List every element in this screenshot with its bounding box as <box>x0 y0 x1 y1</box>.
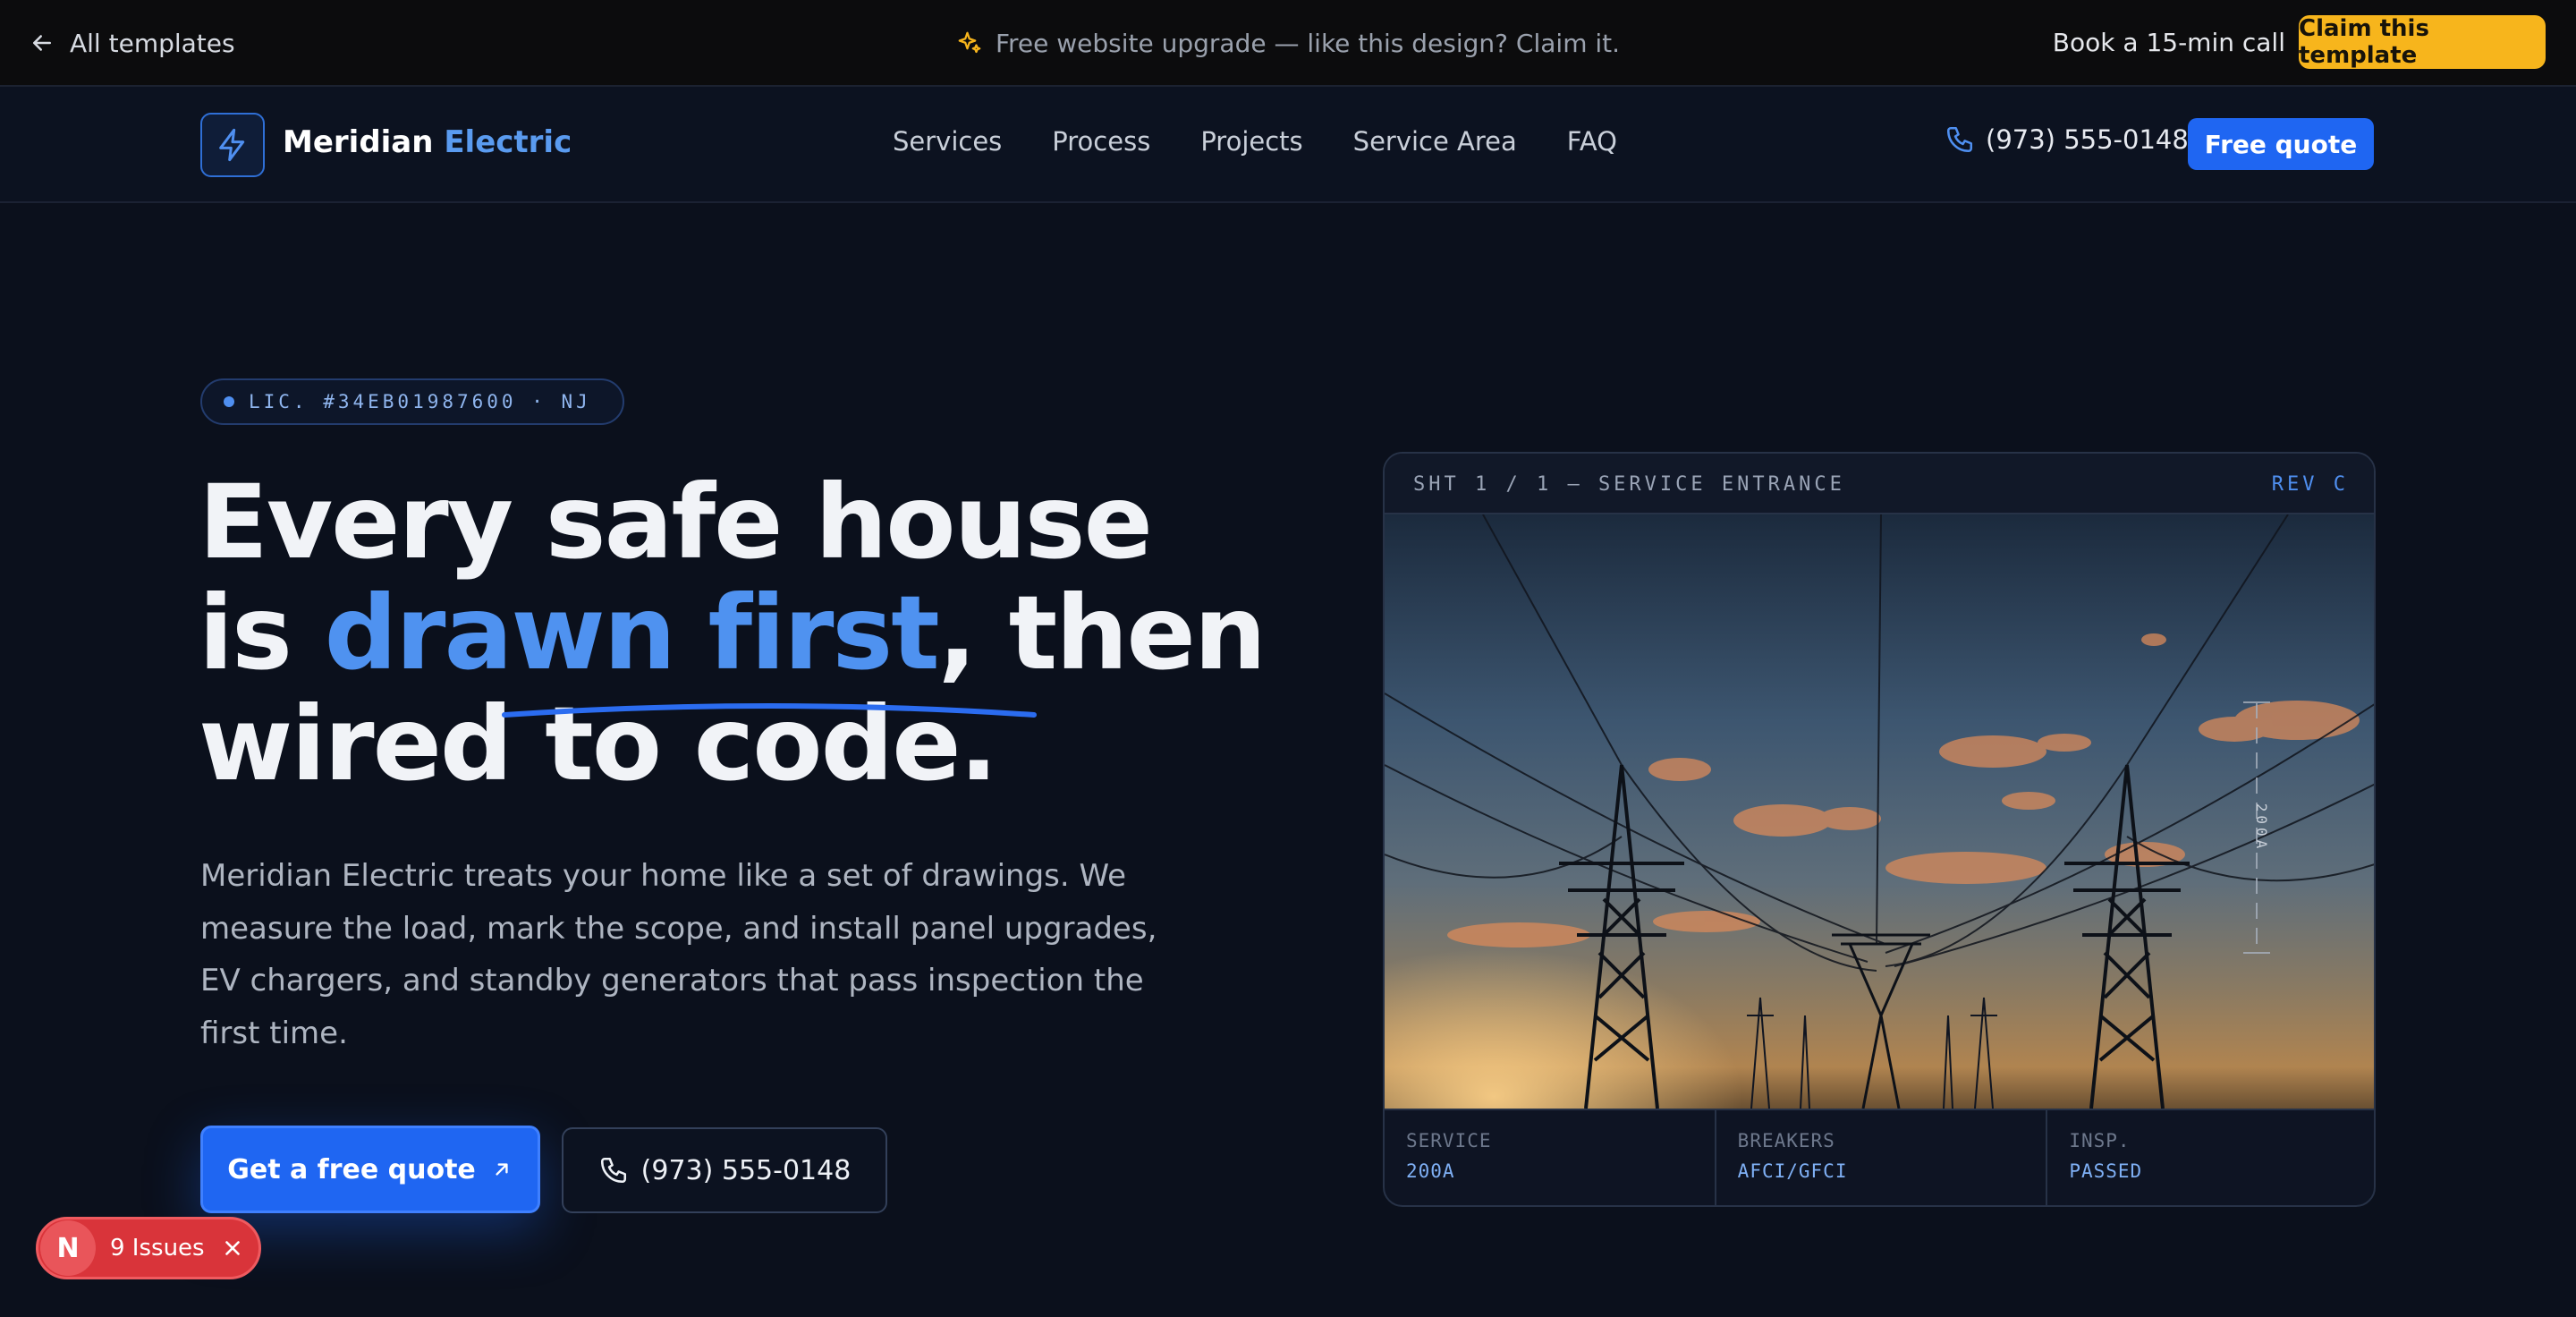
close-icon[interactable] <box>221 1236 244 1260</box>
dimension-label: 200A <box>2253 803 2270 853</box>
issues-count: 9 Issues <box>110 1235 205 1262</box>
power-lines-image: 200A <box>1385 514 2374 1109</box>
claim-template-button[interactable]: Claim this template <box>2299 15 2546 69</box>
headline-line-2-pre: is <box>199 574 325 692</box>
lightning-bolt-icon <box>219 128 245 162</box>
power-lines-photo: 200A <box>1385 514 2374 1109</box>
promo-text[interactable]: Free website upgrade — like this design?… <box>996 29 1620 58</box>
all-templates-link[interactable]: All templates <box>29 23 235 63</box>
phone-icon <box>600 1157 626 1184</box>
spec-label: INSP. <box>2069 1130 2131 1151</box>
sheet-footer: SERVICE 200A BREAKERS AFCI/GFCI INSP. PA… <box>1385 1109 2374 1205</box>
nextjs-logo-icon: N <box>40 1220 96 1276</box>
nav-link-faq[interactable]: FAQ <box>1567 126 1617 157</box>
brand-name-accent: Electric <box>444 124 572 160</box>
nav-phone-number: (973) 555-0148 <box>1986 124 2189 155</box>
headline-line-2-post: , then <box>937 574 1267 692</box>
nav-link-service-area[interactable]: Service Area <box>1353 126 1517 157</box>
sheet-header: SHT 1 / 1 — SERVICE ENTRANCE REV C <box>1385 454 2374 514</box>
license-text: LIC. #34EB01987600 · NJ <box>249 391 591 412</box>
hero-description: Meridian Electric treats your home like … <box>200 858 1157 1051</box>
spec-value: AFCI/GFCI <box>1737 1160 1848 1182</box>
logo-mark[interactable] <box>200 113 265 177</box>
get-free-quote-label: Get a free quote <box>227 1153 476 1185</box>
sheet-revision: REV C <box>2271 473 2349 496</box>
brand-name-primary: Meridian <box>283 124 434 160</box>
sheet-title: SHT 1 / 1 — SERVICE ENTRANCE <box>1413 473 1845 496</box>
brand-name[interactable]: Meridian Electric <box>283 124 572 160</box>
main-nav: Meridian Electric Services Process Proje… <box>0 87 2576 203</box>
nav-link-projects[interactable]: Projects <box>1200 126 1302 157</box>
book-call-link[interactable]: Book a 15-min call <box>2053 23 2285 63</box>
promo-bar: All templates Free website upgrade — lik… <box>0 0 2576 87</box>
nav-link-services[interactable]: Services <box>893 126 1002 157</box>
spec-value: PASSED <box>2069 1160 2143 1182</box>
spec-label: BREAKERS <box>1737 1130 1835 1151</box>
spec-label: SERVICE <box>1406 1130 1492 1151</box>
call-phone-label: (973) 555-0148 <box>640 1154 852 1186</box>
get-free-quote-button[interactable]: Get a free quote <box>200 1126 540 1213</box>
call-phone-button[interactable]: (973) 555-0148 <box>562 1127 887 1213</box>
nav-links: Services Process Projects Service Area F… <box>893 126 1617 157</box>
headline-line-1: Every safe house <box>199 463 1153 582</box>
hero-headline: Every safe house is drawn first, then wi… <box>199 467 1361 800</box>
sparkles-icon <box>958 31 981 54</box>
service-entrance-sheet: SHT 1 / 1 — SERVICE ENTRANCE REV C 200A … <box>1383 452 2376 1207</box>
free-quote-button[interactable]: Free quote <box>2188 118 2374 170</box>
status-dot <box>224 396 234 407</box>
headline-highlight: drawn first <box>324 574 940 692</box>
arrow-up-right-icon <box>496 1163 508 1176</box>
spec-service: SERVICE 200A <box>1385 1110 1716 1205</box>
issues-badge[interactable]: N 9 Issues <box>36 1217 261 1279</box>
phone-icon <box>1946 126 1973 153</box>
all-templates-label: All templates <box>70 28 235 58</box>
nav-link-process[interactable]: Process <box>1052 126 1150 157</box>
spec-breakers: BREAKERS AFCI/GFCI <box>1716 1110 2048 1205</box>
nav-phone-link[interactable]: (973) 555-0148 <box>1945 124 2189 155</box>
license-badge: LIC. #34EB01987600 · NJ <box>200 378 624 425</box>
spec-value: 200A <box>1406 1160 1455 1182</box>
headline-underline <box>502 703 1037 718</box>
arrow-left-icon <box>33 35 51 51</box>
spec-inspection: INSP. PASSED <box>2047 1110 2374 1205</box>
